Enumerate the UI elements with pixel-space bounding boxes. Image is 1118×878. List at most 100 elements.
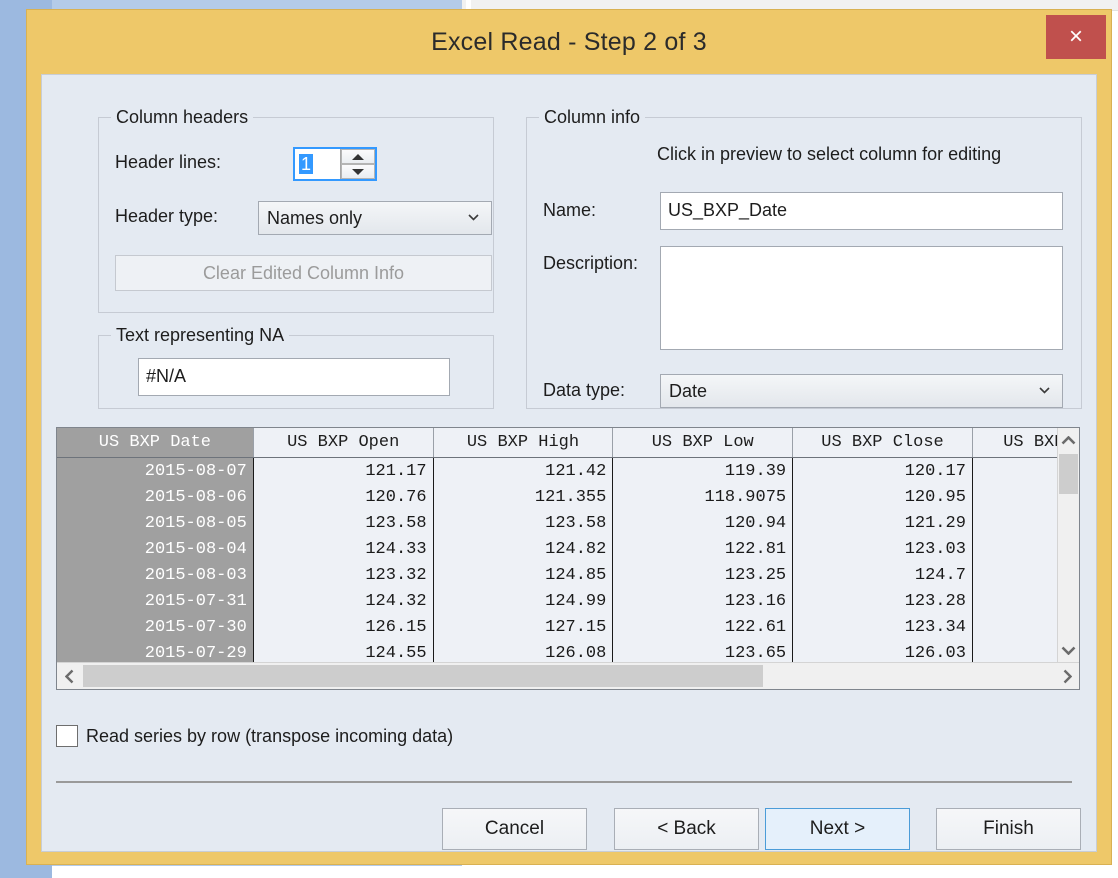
table-cell[interactable]: 123.58 — [433, 510, 613, 536]
read-series-by-row-label: Read series by row (transpose incoming d… — [86, 726, 453, 747]
data-type-label: Data type: — [543, 380, 625, 401]
table-cell[interactable]: 118.9075 — [613, 484, 793, 510]
table-row[interactable]: 2015-08-03123.32124.85123.25124.75 — [57, 562, 1059, 588]
table-body: 2015-08-07121.17121.42119.39120.1782015-… — [57, 458, 1059, 663]
table-row[interactable]: 2015-07-30126.15127.15122.61123.3410 — [57, 614, 1059, 640]
column-header-1[interactable]: US BXP Open — [253, 428, 433, 458]
header-type-label: Header type: — [115, 206, 218, 227]
na-text-input[interactable]: #N/A — [138, 358, 450, 396]
chevron-right-icon[interactable] — [1055, 663, 1079, 689]
triangle-down-icon — [352, 169, 364, 175]
table-cell[interactable]: 8 — [972, 458, 1059, 485]
table-cell[interactable]: 121.17 — [253, 458, 433, 485]
spinner-down-button[interactable] — [341, 164, 375, 179]
vertical-scroll-thumb[interactable] — [1059, 454, 1078, 494]
table-cell[interactable]: 5 — [972, 562, 1059, 588]
data-type-value: Date — [669, 381, 707, 401]
horizontal-scroll-thumb[interactable] — [83, 665, 763, 687]
table-cell[interactable]: 2015-08-06 — [57, 484, 253, 510]
clear-edited-column-info-button[interactable]: Clear Edited Column Info — [115, 255, 492, 291]
back-button[interactable]: < Back — [614, 808, 759, 850]
table-cell[interactable]: 123.16 — [613, 588, 793, 614]
table-row[interactable]: 2015-07-31124.32124.99123.16123.288 — [57, 588, 1059, 614]
table-cell[interactable]: 7 — [972, 536, 1059, 562]
next-button[interactable]: Next > — [765, 808, 910, 850]
table-cell[interactable]: 124.82 — [433, 536, 613, 562]
table-cell[interactable]: 124.33 — [253, 536, 433, 562]
description-label: Description: — [543, 253, 638, 274]
close-icon[interactable]: × — [1046, 15, 1106, 59]
background-bottom — [0, 866, 1118, 878]
data-type-select[interactable]: Date — [660, 374, 1063, 408]
table-cell[interactable]: 7 — [972, 640, 1059, 662]
table-cell[interactable]: 123.28 — [793, 588, 973, 614]
triangle-up-icon — [352, 154, 364, 160]
finish-button[interactable]: Finish — [936, 808, 1081, 850]
chevron-down-icon[interactable] — [1058, 638, 1079, 662]
table-cell[interactable]: 2015-08-05 — [57, 510, 253, 536]
name-input[interactable]: US_BXP_Date — [660, 192, 1063, 230]
table-cell[interactable]: 126.03 — [793, 640, 973, 662]
table-cell[interactable]: 2015-08-03 — [57, 562, 253, 588]
table-row[interactable]: 2015-07-29124.55126.08123.65126.037 — [57, 640, 1059, 662]
table-row[interactable]: 2015-08-06120.76121.355118.9075120.958 — [57, 484, 1059, 510]
read-series-by-row-checkbox[interactable] — [56, 725, 78, 747]
table-cell[interactable]: 119.39 — [613, 458, 793, 485]
cancel-button[interactable]: Cancel — [442, 808, 587, 850]
table-cell[interactable]: 124.32 — [253, 588, 433, 614]
description-input[interactable] — [660, 246, 1063, 350]
table-cell[interactable]: 2015-07-31 — [57, 588, 253, 614]
table-cell[interactable]: 121.42 — [433, 458, 613, 485]
table-cell[interactable]: 122.81 — [613, 536, 793, 562]
table-cell[interactable]: 127.15 — [433, 614, 613, 640]
table-cell[interactable]: 124.85 — [433, 562, 613, 588]
table-cell[interactable]: 123.65 — [613, 640, 793, 662]
table-cell[interactable]: 122.61 — [613, 614, 793, 640]
table-cell[interactable]: 12 — [972, 510, 1059, 536]
column-header-5[interactable]: US BXP Volum — [972, 428, 1059, 458]
dialog-titlebar: Excel Read - Step 2 of 3 × — [27, 10, 1111, 74]
table-cell[interactable]: 120.76 — [253, 484, 433, 510]
table-cell[interactable]: 8 — [972, 484, 1059, 510]
table-cell[interactable]: 126.08 — [433, 640, 613, 662]
table-cell[interactable]: 123.32 — [253, 562, 433, 588]
table-cell[interactable]: 120.17 — [793, 458, 973, 485]
header-lines-stepper[interactable]: 1 — [293, 147, 377, 181]
table-cell[interactable]: 121.355 — [433, 484, 613, 510]
table-cell[interactable]: 124.55 — [253, 640, 433, 662]
table-cell[interactable]: 124.99 — [433, 588, 613, 614]
chevron-down-icon — [468, 214, 479, 221]
table-cell[interactable]: 2015-08-04 — [57, 536, 253, 562]
table-cell[interactable]: 123.34 — [793, 614, 973, 640]
column-header-3[interactable]: US BXP Low — [613, 428, 793, 458]
column-header-4[interactable]: US BXP Close — [793, 428, 973, 458]
column-preview-grid[interactable]: US BXP DateUS BXP OpenUS BXP HighUS BXP … — [56, 427, 1080, 690]
table-cell[interactable]: 10 — [972, 614, 1059, 640]
header-lines-label: Header lines: — [115, 152, 221, 173]
table-cell[interactable]: 121.29 — [793, 510, 973, 536]
table-row[interactable]: 2015-08-05123.58123.58120.94121.2912 — [57, 510, 1059, 536]
spinner-up-button[interactable] — [341, 149, 375, 164]
table-cell[interactable]: 120.94 — [613, 510, 793, 536]
table-row[interactable]: 2015-08-04124.33124.82122.81123.037 — [57, 536, 1059, 562]
table-cell[interactable]: 2015-07-29 — [57, 640, 253, 662]
table-cell[interactable]: 123.03 — [793, 536, 973, 562]
table-cell[interactable]: 2015-08-07 — [57, 458, 253, 485]
table-cell[interactable]: 8 — [972, 588, 1059, 614]
column-header-0[interactable]: US BXP Date — [57, 428, 253, 458]
header-type-select[interactable]: Names only — [258, 201, 492, 235]
table-cell[interactable]: 123.25 — [613, 562, 793, 588]
table-cell[interactable]: 124.7 — [793, 562, 973, 588]
chevron-up-icon[interactable] — [1058, 428, 1079, 452]
read-series-by-row-checkbox-row[interactable]: Read series by row (transpose incoming d… — [56, 723, 453, 749]
column-header-2[interactable]: US BXP High — [433, 428, 613, 458]
chevron-left-icon[interactable] — [57, 663, 81, 689]
preview-horizontal-scrollbar[interactable] — [57, 662, 1079, 689]
preview-vertical-scrollbar[interactable] — [1057, 428, 1079, 662]
table-cell[interactable]: 123.58 — [253, 510, 433, 536]
header-lines-input[interactable]: 1 — [295, 149, 340, 179]
table-cell[interactable]: 2015-07-30 — [57, 614, 253, 640]
table-row[interactable]: 2015-08-07121.17121.42119.39120.178 — [57, 458, 1059, 485]
table-cell[interactable]: 126.15 — [253, 614, 433, 640]
table-cell[interactable]: 120.95 — [793, 484, 973, 510]
